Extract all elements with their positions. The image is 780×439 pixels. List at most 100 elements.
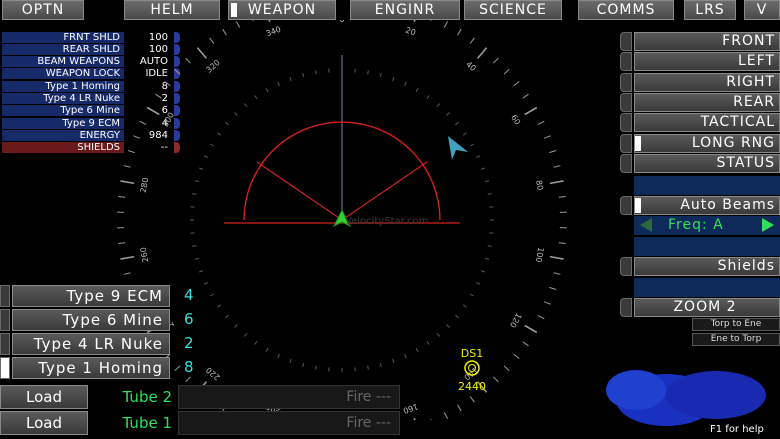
zoom-button[interactable]: ZOOM 2	[634, 298, 780, 317]
compass-tick	[155, 93, 162, 99]
freq-prev-icon[interactable]	[640, 218, 652, 232]
view-status-cap	[620, 154, 632, 173]
inner-ring-tick	[462, 132, 467, 136]
compass-tick	[120, 180, 135, 185]
inner-ring-tick	[198, 270, 204, 273]
view-front-cap	[620, 32, 632, 51]
inner-ring-tick	[277, 82, 280, 87]
inner-ring-tick	[243, 333, 248, 337]
tab-label: COMMS	[596, 2, 656, 18]
inner-ring-tick	[265, 347, 269, 352]
inner-ring-tick	[446, 112, 450, 116]
view-tactical-button[interactable]: TACTICAL	[634, 113, 780, 132]
inner-ring-tick	[225, 121, 229, 126]
weapon-count: 2	[184, 334, 194, 352]
compass-tick	[477, 47, 488, 59]
compass-tick	[549, 180, 564, 185]
inner-ring-tick	[367, 70, 369, 75]
tube2-label: Tube 2	[122, 388, 172, 406]
tab-science[interactable]: SCIENCE	[464, 0, 562, 20]
view-right-button[interactable]: RIGHT	[634, 73, 780, 92]
view-rear-cap	[620, 93, 632, 112]
tab-label: LRS	[695, 2, 725, 18]
view-tactical-cap	[620, 113, 632, 132]
compass-tick	[457, 404, 462, 412]
weapon-cap	[0, 333, 10, 355]
shields-button[interactable]: Shields	[634, 257, 780, 276]
compass-heading-label: 60	[509, 113, 522, 126]
tab-weapon[interactable]: WEAPON	[228, 0, 336, 20]
blue-spacer-3	[634, 278, 780, 297]
tube2-fire-button[interactable]: Fire ---	[178, 385, 400, 409]
auto-beams-button[interactable]: Auto Beams	[634, 196, 780, 215]
compass-tick	[118, 195, 126, 198]
compass-tick	[430, 418, 432, 420]
view-front-button[interactable]: FRONT	[634, 32, 780, 51]
compass-tick	[209, 37, 215, 44]
inner-ring-tick	[289, 76, 292, 82]
compass-tick	[513, 353, 520, 359]
tube1-fire-button[interactable]: Fire ---	[178, 411, 400, 435]
compass-heading-label: 40	[464, 60, 478, 73]
freq-selector: Freq: A	[634, 216, 780, 235]
compass-tick	[522, 341, 529, 347]
inner-ring-tick	[404, 353, 407, 358]
weapon-count: 6	[184, 310, 194, 328]
view-long-rng-button[interactable]: LONG RNG	[634, 134, 780, 153]
compass-heading-label: 220	[204, 365, 221, 382]
ene-to-torp-button[interactable]: Ene to Torp	[692, 333, 780, 346]
compass-tick	[413, 418, 416, 420]
inner-ring-tick	[415, 347, 419, 352]
inner-ring-tick	[198, 167, 204, 170]
inner-ring-tick	[426, 340, 430, 345]
inner-ring-tick	[234, 324, 238, 328]
inner-ring-tick	[455, 121, 459, 126]
weapon-count: 4	[184, 286, 194, 304]
compass-tick	[493, 376, 499, 383]
inner-ring-tick	[210, 143, 215, 147]
weapon-select-button[interactable]: Type 9 ECM	[12, 285, 170, 307]
inner-ring-tick	[217, 132, 222, 136]
compass-tick	[522, 93, 529, 99]
weapon-select-button[interactable]: Type 6 Mine	[12, 309, 170, 331]
tab-comms[interactable]: COMMS	[578, 0, 674, 20]
tube2-load-button[interactable]: Load	[0, 385, 88, 409]
tab-helm[interactable]: HELM	[124, 0, 220, 20]
compass-tick	[549, 255, 564, 260]
tab-optn[interactable]: OPTN	[2, 0, 84, 20]
compass-tick	[120, 255, 135, 260]
compass-tick	[503, 365, 510, 371]
beam-arc-right	[341, 161, 428, 221]
torp-to-ene-button[interactable]: Torp to Ene	[692, 318, 780, 331]
inner-ring-tick	[277, 353, 280, 358]
tube1-load-button[interactable]: Load	[0, 411, 88, 435]
inner-ring-tick	[210, 293, 215, 297]
inner-ring-tick	[446, 324, 450, 328]
weapon-select-button[interactable]: Type 4 LR Nuke	[12, 333, 170, 355]
inner-ring-tick	[436, 103, 441, 107]
freq-next-icon[interactable]	[762, 218, 774, 232]
inner-ring-tick	[195, 257, 200, 260]
compass-heading-label: 280	[139, 177, 151, 194]
beam-arc-left	[256, 161, 343, 221]
inner-ring-tick	[415, 88, 419, 93]
tab-v[interactable]: V	[744, 0, 780, 20]
compass-tick	[524, 106, 538, 116]
inner-ring-tick	[302, 362, 305, 367]
compass-tick	[549, 149, 557, 154]
compass-heading-label: 260	[139, 247, 151, 264]
view-rear-button[interactable]: REAR	[634, 93, 780, 112]
tab-enginr[interactable]: ENGINR	[350, 0, 460, 20]
tab-lrs[interactable]: LRS	[684, 0, 736, 20]
compass-tick	[524, 324, 538, 334]
inner-ring-tick	[315, 70, 317, 75]
compass-tick	[469, 37, 475, 44]
compass-tick	[185, 57, 191, 64]
compass-heading-label: 120	[508, 311, 523, 329]
weapon-select-button[interactable]: Type 1 Homing	[12, 357, 170, 379]
contact-ship-icon	[448, 136, 468, 160]
freq-left-cap	[620, 216, 632, 235]
view-left-button[interactable]: LEFT	[634, 52, 780, 71]
view-status-button[interactable]: STATUS	[634, 154, 780, 173]
inner-ring-tick	[480, 167, 486, 170]
